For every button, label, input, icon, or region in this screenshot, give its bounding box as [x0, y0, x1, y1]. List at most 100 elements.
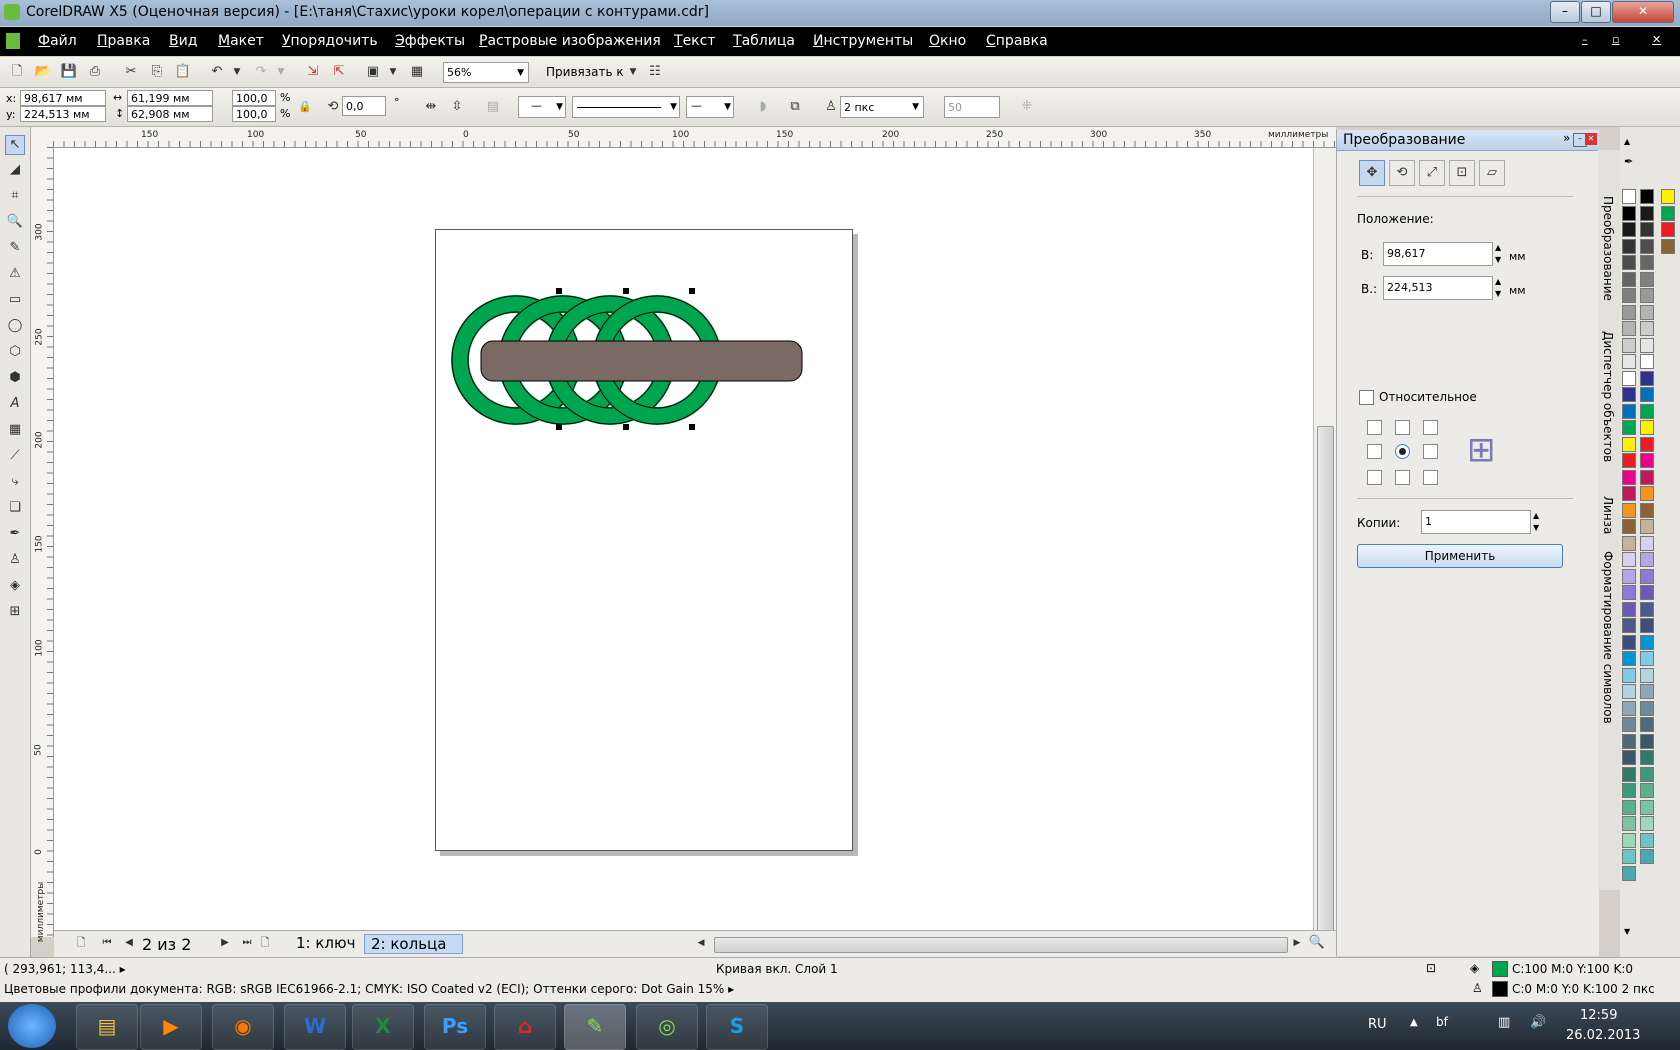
- width-field[interactable]: 61,199 мм: [127, 90, 213, 106]
- color-swatch[interactable]: [1622, 238, 1636, 254]
- color-swatch[interactable]: [1640, 222, 1654, 237]
- color-swatch[interactable]: [1640, 832, 1654, 848]
- copies-spinner[interactable]: ▲ ▼: [1533, 510, 1539, 534]
- color-swatch[interactable]: [1622, 832, 1636, 848]
- close-curve-icon[interactable]: ◗: [754, 98, 772, 116]
- color-swatch[interactable]: [1622, 585, 1636, 600]
- scale-mirror-mode-icon[interactable]: ⤢: [1419, 160, 1445, 186]
- palette-scroll-up-icon[interactable]: ▲: [1624, 137, 1630, 146]
- color-swatch[interactable]: [1640, 733, 1654, 749]
- app-icon[interactable]: [4, 4, 20, 20]
- color-swatch[interactable]: [1622, 271, 1636, 287]
- color-swatch[interactable]: [1622, 255, 1636, 270]
- color-swatch[interactable]: [1622, 222, 1636, 237]
- color-swatch[interactable]: [1622, 717, 1636, 732]
- taskbar-firefox[interactable]: ◉: [212, 1004, 274, 1050]
- gray-bar[interactable]: [480, 340, 803, 382]
- tray-app-icon[interactable]: bf: [1436, 1015, 1448, 1029]
- color-swatch[interactable]: [1622, 849, 1636, 864]
- color-swatch[interactable]: [1661, 205, 1675, 221]
- color-swatch[interactable]: [1622, 684, 1636, 699]
- start-arrow-select[interactable]: — ▼: [518, 96, 566, 118]
- tray-volume-icon[interactable]: 🔊: [1530, 1015, 1546, 1030]
- color-swatch[interactable]: [1640, 337, 1654, 353]
- add-page-end-icon[interactable]: 🗋: [256, 934, 274, 952]
- doc-icon[interactable]: [6, 33, 20, 49]
- color-swatch[interactable]: [1661, 238, 1675, 254]
- freehand-tool-icon[interactable]: ✎: [6, 239, 24, 257]
- menu-text[interactable]: Текст: [674, 33, 715, 49]
- angle-field[interactable]: 0,0: [342, 96, 386, 116]
- ellipse-tool-icon[interactable]: ◯: [6, 317, 24, 335]
- polygon-tool-icon[interactable]: ⬡: [6, 343, 24, 361]
- relative-checkbox[interactable]: [1359, 390, 1374, 405]
- anchor-tl-checkbox[interactable]: [1367, 420, 1382, 435]
- menu-window[interactable]: Окно: [929, 33, 966, 49]
- snap-to-dropdown[interactable]: Привязать к: [546, 65, 624, 79]
- paste-icon[interactable]: 📋: [174, 63, 192, 81]
- taskbar-corel[interactable]: ◎: [636, 1004, 698, 1050]
- color-swatch[interactable]: [1640, 651, 1654, 666]
- scroll-right-icon[interactable]: ▶: [1288, 934, 1306, 952]
- tray-network-icon[interactable]: ▥: [1498, 1015, 1510, 1030]
- color-swatch[interactable]: [1622, 387, 1636, 402]
- interactive-fill-icon[interactable]: ⊞: [6, 603, 24, 621]
- size-mode-icon[interactable]: ⊡: [1449, 160, 1475, 186]
- palette-eyedropper-icon[interactable]: ✒: [1624, 155, 1633, 168]
- menu-effects[interactable]: Эффекты: [395, 33, 465, 49]
- taskbar-word[interactable]: W: [284, 1004, 346, 1050]
- nudge-field[interactable]: 50: [944, 96, 1000, 118]
- eyedropper-tool-icon[interactable]: ✒: [6, 525, 24, 543]
- maximize-button[interactable]: □: [1581, 1, 1611, 23]
- clock-date[interactable]: 26.02.2013: [1566, 1028, 1640, 1043]
- pos-x-spinner[interactable]: ▲ ▼: [1495, 242, 1501, 266]
- outline-width-select[interactable]: 2 пкс ▼: [840, 96, 924, 118]
- handle-br[interactable]: [689, 424, 695, 430]
- color-swatch[interactable]: [1622, 568, 1636, 584]
- color-swatch[interactable]: [1622, 370, 1636, 386]
- color-swatch[interactable]: [1640, 469, 1654, 485]
- first-page-icon[interactable]: ⏮: [98, 934, 116, 952]
- pos-y-spinner[interactable]: ▲ ▼: [1495, 276, 1501, 300]
- anchor-br-checkbox[interactable]: [1423, 470, 1438, 485]
- color-swatch[interactable]: [1640, 684, 1654, 699]
- color-swatch[interactable]: [1622, 354, 1636, 369]
- color-swatch[interactable]: [1640, 552, 1654, 567]
- prev-page-icon[interactable]: ◀: [120, 934, 138, 952]
- drawing-canvas[interactable]: [54, 148, 1313, 930]
- color-swatch[interactable]: [1622, 453, 1636, 468]
- wrap-text-icon[interactable]: ▤: [484, 98, 502, 116]
- end-arrow-select[interactable]: — ▼: [686, 96, 734, 118]
- close-button[interactable]: ✕: [1612, 1, 1674, 23]
- snap-dropdown-icon[interactable]: ▼: [624, 63, 642, 81]
- color-swatch[interactable]: [1640, 849, 1654, 864]
- menu-tools[interactable]: Инструменты: [813, 33, 913, 49]
- pick-tool-icon[interactable]: ↖: [5, 135, 25, 155]
- shape-tool-icon[interactable]: ◢: [6, 161, 24, 179]
- pos-x-field[interactable]: 98,617: [1383, 242, 1493, 266]
- color-swatch[interactable]: [1622, 816, 1636, 831]
- vertical-ruler[interactable]: 300 250 200 150 100 50 0 миллиметры: [31, 147, 54, 942]
- color-swatch[interactable]: [1640, 568, 1654, 584]
- side-tab-object-manager[interactable]: Диспетчер объектов: [1598, 325, 1620, 475]
- skew-mode-icon[interactable]: ▱: [1479, 160, 1505, 186]
- menu-table[interactable]: Таблица: [733, 33, 795, 49]
- add-page-icon[interactable]: 🗋: [72, 934, 90, 952]
- clock-time[interactable]: 12:59: [1580, 1008, 1617, 1023]
- color-swatch[interactable]: [1622, 733, 1636, 749]
- anchor-center-radio[interactable]: [1395, 444, 1410, 459]
- next-page-icon[interactable]: ▶: [216, 934, 234, 952]
- outline-tool-icon[interactable]: ♙: [6, 551, 24, 569]
- color-swatch[interactable]: [1640, 354, 1654, 369]
- color-swatch[interactable]: [1640, 601, 1654, 617]
- taskbar-photoshop[interactable]: Ps: [424, 1004, 486, 1050]
- color-swatch[interactable]: [1622, 519, 1636, 534]
- ruler-corner[interactable]: [31, 127, 54, 148]
- horizontal-ruler[interactable]: 150 100 50 0 50 100 150 200 250 300 350 …: [53, 127, 1336, 148]
- page-tab-1[interactable]: 1: ключ: [286, 934, 366, 952]
- rectangle-tool-icon[interactable]: ▭: [6, 291, 24, 309]
- color-swatch[interactable]: [1640, 271, 1654, 287]
- color-swatch[interactable]: [1622, 502, 1636, 518]
- color-swatch[interactable]: [1622, 634, 1636, 650]
- color-swatch[interactable]: [1622, 535, 1636, 551]
